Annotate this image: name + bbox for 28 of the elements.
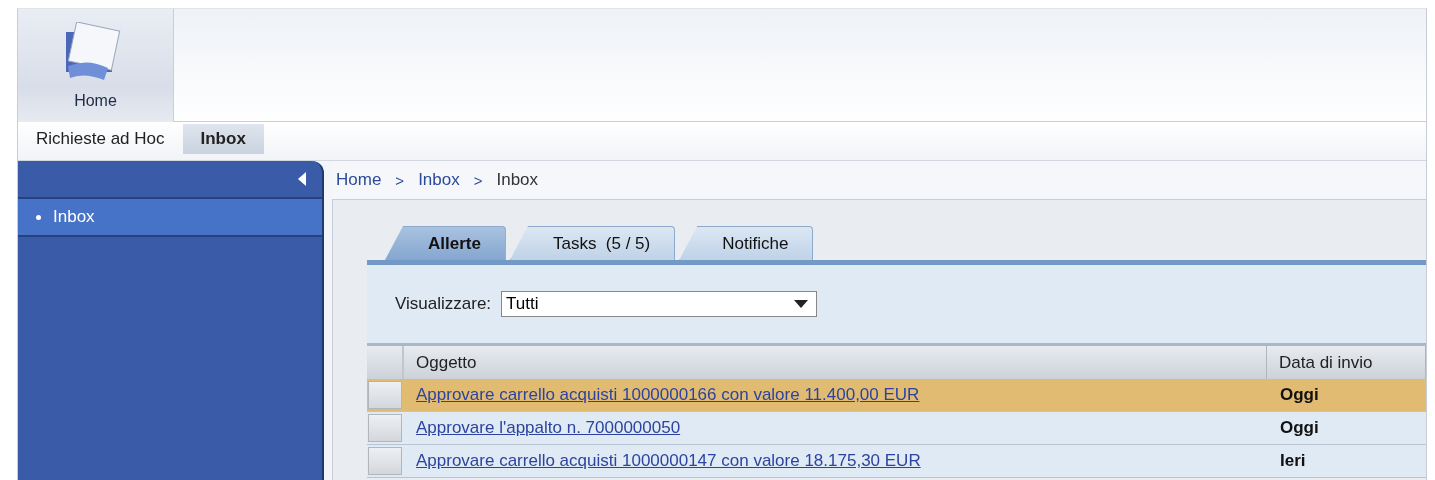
row-selector[interactable] bbox=[368, 381, 402, 409]
breadcrumb-link[interactable]: Inbox bbox=[496, 170, 539, 190]
task-link[interactable]: Approvare l'appalto n. 7000000050 bbox=[416, 418, 681, 438]
tab[interactable]: Tasks (5 / 5) bbox=[509, 226, 676, 260]
date-cell: Ieri bbox=[1280, 451, 1306, 471]
nav-tab[interactable]: Richieste ad Hoc bbox=[18, 124, 183, 154]
table-row[interactable]: Approvare carrello acquisti 1000000147 con valore 18.175,30 EUR Ieri bbox=[367, 445, 1426, 478]
breadcrumb-link[interactable]: Inbox bbox=[418, 170, 460, 190]
tab[interactable]: Allerte bbox=[385, 226, 506, 260]
filter-label: Visualizzare: bbox=[395, 294, 492, 314]
table-row[interactable]: Approvare carrello acquisti 1000000166 con valore 11.400,00 EUR Oggi bbox=[367, 379, 1426, 412]
breadcrumb-separator: > bbox=[395, 171, 405, 189]
table-row[interactable]: Approvare l'appalto n. 7000000050 Oggi bbox=[367, 412, 1426, 445]
breadcrumb-link[interactable]: Home bbox=[336, 170, 382, 190]
date-cell: Oggi bbox=[1280, 418, 1319, 438]
row-selector[interactable] bbox=[368, 414, 402, 442]
task-link[interactable]: Approvare carrello acquisti 1000000147 con valore 18.175,30 EUR bbox=[416, 451, 921, 471]
filter-dropdown[interactable]: Tutti bbox=[501, 291, 818, 317]
nav-tab[interactable]: Inbox bbox=[182, 124, 264, 154]
collapse-icon[interactable] bbox=[298, 172, 306, 186]
dropdown-arrow-icon bbox=[794, 300, 809, 308]
sidebar-item[interactable]: Inbox bbox=[18, 199, 322, 237]
row-selector[interactable] bbox=[368, 447, 402, 475]
task-link[interactable]: Approvare carrello acquisti 1000000166 con valore 11.400,00 EUR bbox=[416, 385, 920, 405]
tab[interactable]: Notifiche bbox=[679, 226, 814, 260]
home-tile[interactable]: Home bbox=[18, 9, 173, 122]
breadcrumb-separator: > bbox=[473, 171, 483, 189]
date-cell: Oggi bbox=[1280, 385, 1319, 405]
